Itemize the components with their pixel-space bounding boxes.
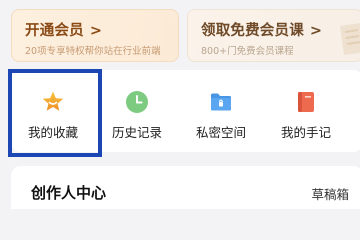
quick-item-label: 历史记录 bbox=[111, 125, 162, 140]
quick-item-label: 私密空间 bbox=[195, 125, 246, 140]
drafts-link[interactable]: 草稿箱 bbox=[311, 184, 349, 203]
vip-promo-card[interactable]: 开通会员 > 20项专享特权帮你站在行业前端 bbox=[11, 9, 179, 62]
book-decoration-icon bbox=[340, 23, 360, 55]
quick-item-notes[interactable]: 我的手记 bbox=[264, 70, 348, 152]
selection-highlight bbox=[8, 69, 102, 157]
quick-item-private-space[interactable]: 私密空间 bbox=[179, 70, 263, 152]
free-course-promo-card[interactable]: 领取免费会员课 > 800+门免费会员课程 bbox=[187, 9, 360, 62]
quick-item-label: 我的手记 bbox=[280, 125, 331, 140]
clock-icon bbox=[126, 91, 148, 113]
free-course-title: 领取免费会员课 > bbox=[201, 23, 323, 39]
notebook-icon bbox=[298, 92, 314, 112]
vip-promo-subtitle: 20项专享特权帮你站在行业前端 bbox=[25, 46, 161, 57]
vip-promo-title: 开通会员 > bbox=[25, 23, 103, 39]
creator-center-title: 创作人中心 bbox=[31, 184, 107, 202]
screen: 开通会员 > 20项专享特权帮你站在行业前端 领取免费会员课 > 800+门免费会员… bbox=[0, 0, 360, 209]
folder-lock-icon bbox=[211, 93, 231, 111]
chevron-right-icon: > bbox=[89, 23, 103, 39]
chevron-right-icon: > bbox=[309, 23, 323, 39]
creator-center-card: 创作人中心 草稿箱 bbox=[11, 166, 360, 209]
free-course-subtitle: 800+门免费会员课程 bbox=[201, 46, 294, 57]
quick-item-history[interactable]: 历史记录 bbox=[95, 70, 179, 152]
